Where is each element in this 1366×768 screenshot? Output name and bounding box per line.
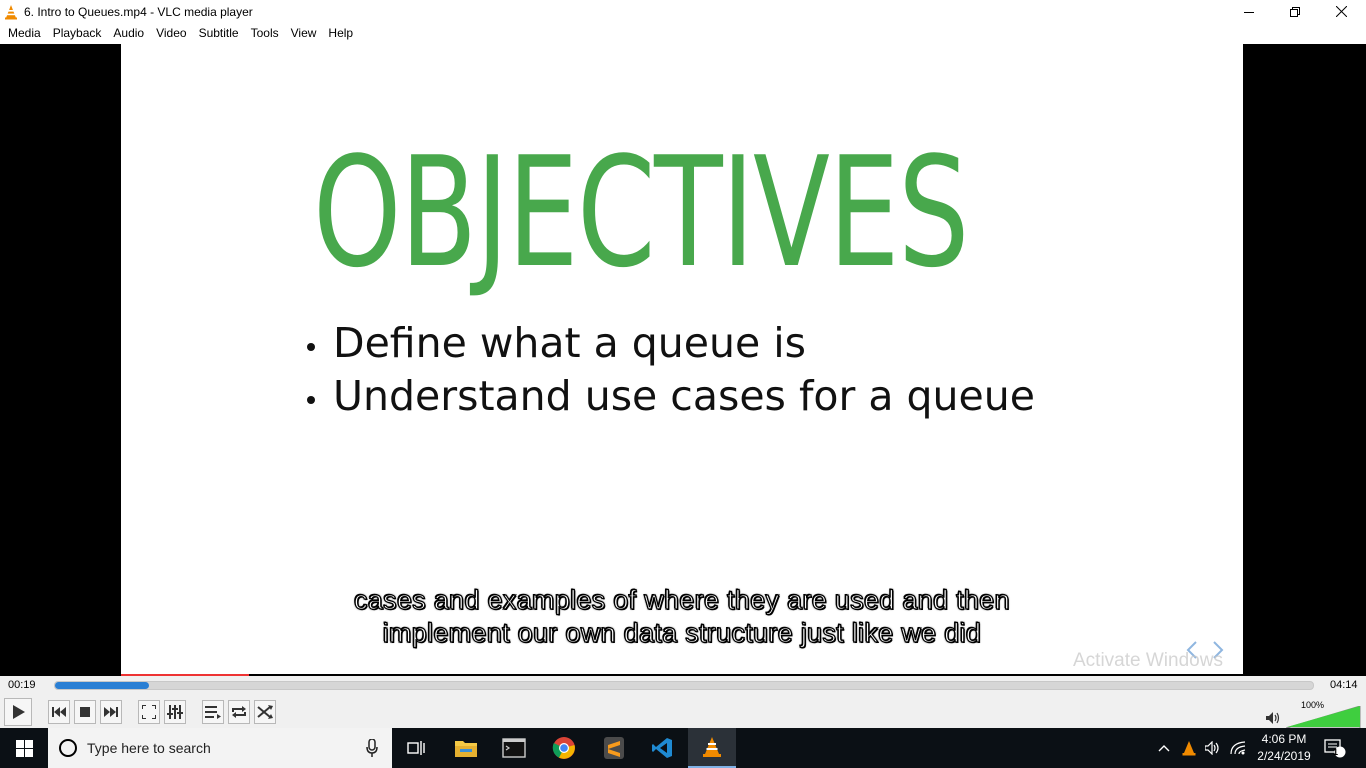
fullscreen-button[interactable] — [138, 700, 160, 724]
slide-frame: OBJECTIVES Define what a queue is Unders… — [121, 44, 1243, 674]
seek-slider[interactable] — [54, 681, 1314, 690]
tray-network[interactable] — [1228, 728, 1248, 768]
tray-vlc[interactable] — [1180, 728, 1198, 768]
windows-logo-icon — [15, 739, 33, 757]
microphone-icon[interactable] — [366, 739, 378, 757]
task-view-icon — [407, 741, 425, 755]
play-icon — [13, 705, 25, 719]
playlist-button[interactable] — [202, 700, 224, 724]
close-button[interactable] — [1318, 0, 1364, 23]
windows-taskbar: Type here to search 4:06 PM 2/24/2019 1 — [0, 728, 1366, 768]
chevron-right-icon[interactable] — [1212, 640, 1224, 660]
slide-bullet: Define what a queue is — [307, 316, 1107, 369]
next-button[interactable] — [100, 700, 122, 724]
menu-tools[interactable]: Tools — [245, 23, 285, 44]
elapsed-time: 00:19 — [8, 679, 36, 691]
taskbar-search-box[interactable]: Type here to search — [48, 728, 392, 768]
seek-progress — [55, 682, 150, 689]
taskbar-chrome[interactable] — [540, 728, 588, 768]
notification-count: 1 — [1333, 747, 1339, 757]
wifi-icon — [1230, 741, 1246, 755]
terminal-icon — [502, 738, 526, 758]
subtitle-line: cases and examples of where they are use… — [353, 584, 1010, 615]
speaker-icon — [1266, 712, 1280, 724]
restore-icon — [1290, 6, 1300, 17]
volume-control[interactable]: 100% — [1266, 700, 1362, 728]
bullet-dot — [307, 395, 315, 404]
shuffle-button[interactable] — [254, 700, 276, 724]
menu-video[interactable]: Video — [150, 23, 192, 44]
loop-icon — [232, 706, 246, 718]
taskbar-file-explorer[interactable] — [442, 728, 490, 768]
minimize-button[interactable] — [1226, 0, 1272, 23]
menu-help[interactable]: Help — [322, 23, 359, 44]
vscode-icon — [652, 738, 672, 758]
clock-date: 2/24/2019 — [1257, 749, 1311, 763]
menu-view[interactable]: View — [285, 23, 323, 44]
folder-icon — [455, 741, 477, 757]
taskbar-sublime-text[interactable] — [590, 728, 638, 768]
restore-button[interactable] — [1272, 0, 1318, 23]
start-button[interactable] — [0, 728, 48, 768]
equalizer-icon — [167, 705, 183, 719]
title-bar: 6. Intro to Queues.mp4 - VLC media playe… — [0, 0, 1366, 23]
vlc-cone-icon — [1182, 741, 1196, 756]
clock-time: 4:06 PM — [1261, 732, 1307, 746]
minimize-icon — [1244, 11, 1254, 13]
show-hidden-icons-button[interactable] — [1156, 728, 1172, 768]
taskbar-clock[interactable]: 4:06 PM 2/24/2019 — [1248, 731, 1320, 765]
vlc-cone-icon — [5, 4, 17, 19]
total-duration[interactable]: 04:14 — [1330, 679, 1358, 691]
task-view-button[interactable] — [392, 728, 440, 768]
stop-icon — [80, 707, 90, 717]
volume-slider[interactable] — [1286, 706, 1362, 728]
chevron-up-icon — [1158, 745, 1170, 752]
fullscreen-icon — [142, 705, 156, 719]
seek-row: 00:19 04:14 — [0, 676, 1366, 696]
subtitle-line: implement our own data structure just li… — [382, 617, 982, 648]
vlc-window: 6. Intro to Queues.mp4 - VLC media playe… — [0, 0, 1366, 768]
menu-playback[interactable]: Playback — [47, 23, 108, 44]
shuffle-icon — [257, 705, 273, 719]
menu-media[interactable]: Media — [2, 23, 47, 44]
close-icon — [1335, 6, 1347, 17]
skip-back-icon — [52, 707, 66, 717]
bullet-dot — [307, 342, 315, 351]
search-placeholder: Type here to search — [87, 740, 211, 756]
taskbar-vscode[interactable] — [638, 728, 686, 768]
taskbar-vlc[interactable] — [688, 728, 736, 768]
menu-bar: Media Playback Audio Video Subtitle Tool… — [0, 23, 1366, 44]
skip-forward-icon — [104, 707, 118, 717]
menu-subtitle[interactable]: Subtitle — [193, 23, 245, 44]
menu-audio[interactable]: Audio — [107, 23, 150, 44]
action-center-button[interactable]: 1 — [1320, 728, 1350, 768]
bullet-text: Understand use cases for a queue — [333, 371, 1035, 420]
playback-controls: 100% — [0, 696, 1366, 728]
video-surface[interactable]: OBJECTIVES Define what a queue is Unders… — [0, 44, 1366, 691]
chevron-left-icon[interactable] — [1186, 640, 1198, 660]
slide-bullet: Understand use cases for a queue — [307, 369, 1107, 422]
slide-nav — [1186, 640, 1224, 660]
slide-heading: OBJECTIVES — [313, 123, 969, 301]
vlc-cone-icon — [703, 737, 721, 757]
bullet-text: Define what a queue is — [333, 318, 807, 367]
tray-volume[interactable] — [1203, 728, 1223, 768]
play-button[interactable] — [4, 698, 32, 726]
taskbar-terminal[interactable] — [490, 728, 538, 768]
extended-settings-button[interactable] — [164, 700, 186, 724]
speaker-icon — [1205, 741, 1219, 755]
playlist-icon — [205, 706, 221, 719]
sublime-text-icon — [604, 737, 624, 759]
cortana-icon — [59, 739, 77, 757]
loop-button[interactable] — [228, 700, 250, 724]
window-title: 6. Intro to Queues.mp4 - VLC media playe… — [24, 4, 253, 19]
stop-button[interactable] — [74, 700, 96, 724]
slide-bullet-list: Define what a queue is Understand use ca… — [307, 316, 1107, 422]
previous-button[interactable] — [48, 700, 70, 724]
chrome-icon — [552, 737, 575, 759]
subtitle-caption: cases and examples of where they are use… — [121, 584, 1243, 650]
